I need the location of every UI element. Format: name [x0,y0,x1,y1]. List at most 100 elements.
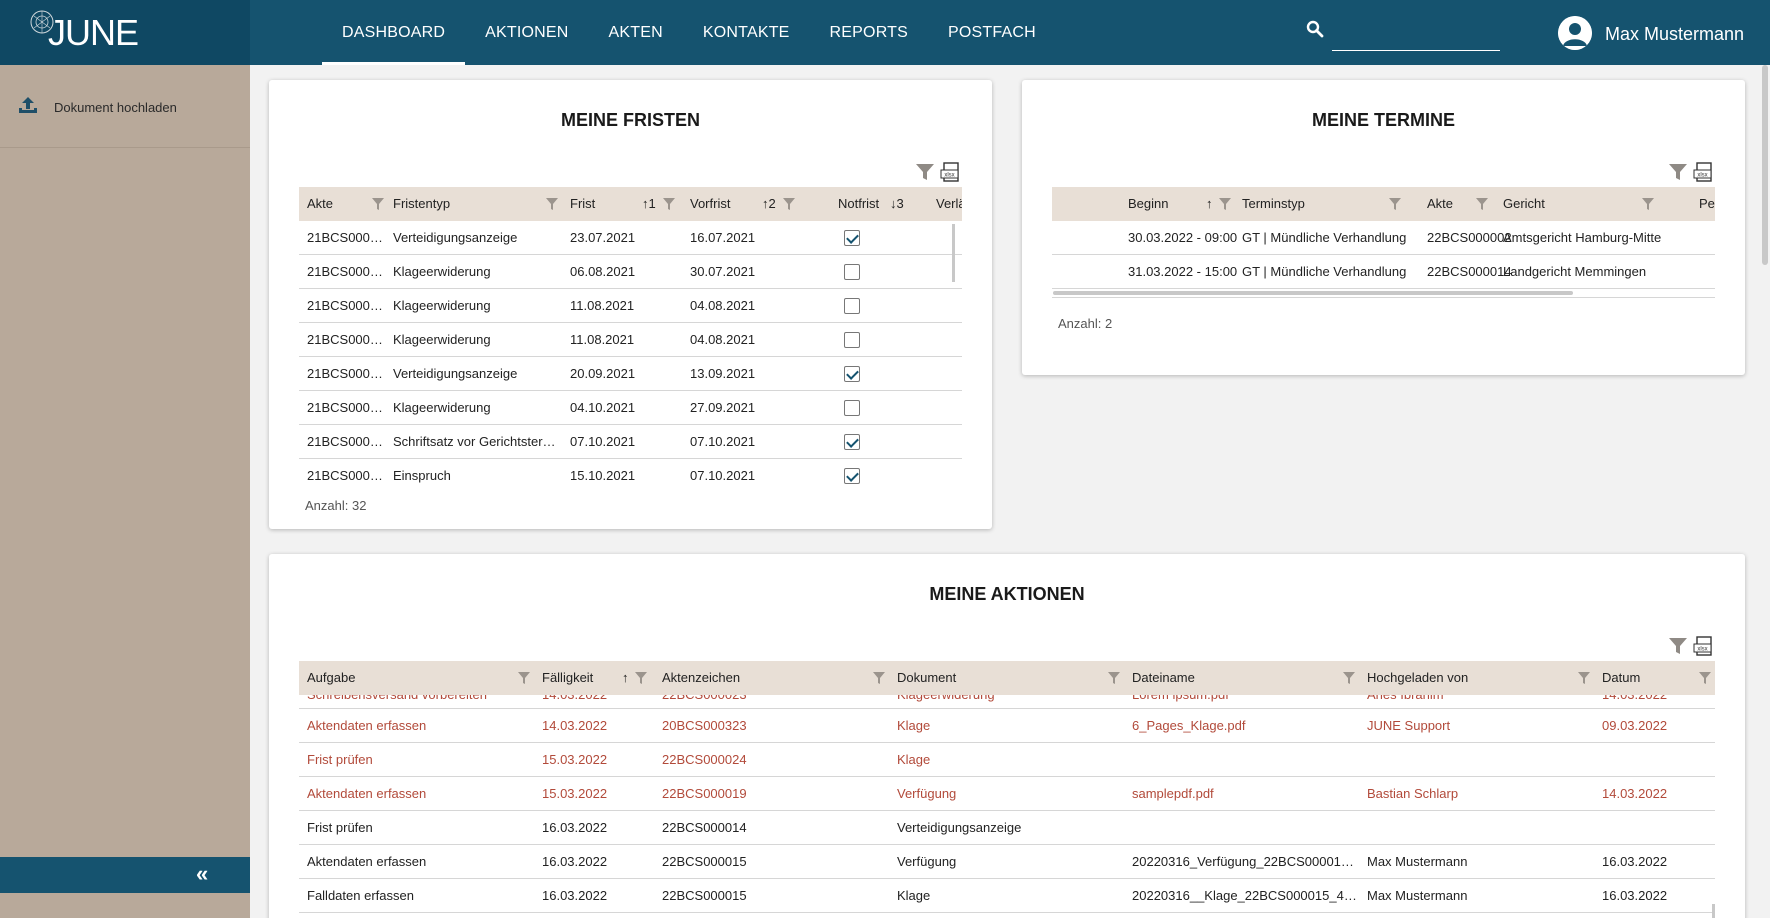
checkbox-icon[interactable] [844,332,860,348]
filter-icon[interactable] [1388,197,1402,211]
checkbox-icon[interactable] [844,298,860,314]
sort-indicator[interactable]: ↑ [1206,187,1213,221]
nav-item-kontakte[interactable]: KONTAKTE [683,0,810,65]
table-row[interactable]: Aktendaten erfassen 16.03.2022 22BCS000015… [299,845,1715,879]
fristen-scrollbar[interactable] [952,224,955,282]
cell-faellig: 14.03.2022 [542,718,608,733]
sort-indicator[interactable]: ↓3 [890,187,904,221]
upload-document-button[interactable]: Dokument hochladen [0,65,250,148]
table-row-partial[interactable]: Schreibensversand vorbereiten14.03.20222… [299,695,1715,709]
nav-item-postfach[interactable]: POSTFACH [928,0,1056,65]
cell-aufgabe: Frist prüfen [307,820,373,835]
sidebar-collapse-button[interactable]: « [0,857,250,893]
cell-dok: Verfügung [897,854,957,869]
filter-icon[interactable] [1342,671,1356,685]
search-input[interactable] [1332,50,1500,51]
logo-text: JUNE [48,12,139,53]
table-row[interactable]: 21BCS000380 Klageerwiderung 04.10.2021 27.0… [299,391,962,425]
checkbox-icon[interactable] [844,400,860,416]
page-scrollbar-thumb[interactable] [1762,65,1768,265]
filter-icon[interactable] [782,197,796,211]
table-row[interactable]: Falldaten erfassen 16.03.2022 22BCS000015 K… [299,879,1715,913]
column-akte[interactable]: Akte [1419,187,1495,221]
nav-item-aktionen[interactable]: AKTIONEN [465,0,588,65]
table-row[interactable]: 21BCS000397 Einspruch 15.10.2021 07.10.2021 [299,459,962,484]
logo[interactable]: JUNE [0,0,250,65]
cell-typ: Schriftsatz vor Gerichtstermin [393,434,562,449]
filter-icon[interactable] [1218,197,1232,211]
column-fristentyp[interactable]: Fristentyp [385,187,562,221]
filter-icon[interactable] [545,197,559,211]
aktionen-scrollbar[interactable] [1712,904,1715,918]
column-aktenzeichen[interactable]: Aktenzeichen [654,661,889,695]
filter-icon[interactable] [634,671,648,685]
filter-icon[interactable] [1577,671,1591,685]
table-row[interactable]: 21BCS000397 Schriftsatz vor Gerichtstermi… [299,425,962,459]
filter-icon[interactable] [1667,635,1689,657]
excel-export-icon[interactable]: xlsx [1693,635,1715,657]
column-notfrist[interactable]: Notfrist ↓3 [830,187,928,221]
table-row[interactable]: Aktendaten erfassen 15.03.2022 22BCS000019… [299,777,1715,811]
checkbox-icon[interactable] [844,434,860,450]
column-person[interactable]: Pe [1691,187,1715,221]
column-aufgabe[interactable]: Aufgabe [299,661,534,695]
table-row[interactable]: Aktendaten erfassen 14.03.2022 20BCS000323… [299,709,1715,743]
table-row[interactable]: Frist prüfen 16.03.2022 22BCS000014 Verteid… [299,811,1715,845]
filter-icon[interactable] [517,671,531,685]
cell-von [1359,811,1594,844]
checkbox-icon[interactable] [844,264,860,280]
checkbox-icon[interactable] [844,468,860,484]
checkbox-icon[interactable] [844,230,860,246]
column-hochgeladen-von[interactable]: Hochgeladen von [1359,661,1594,695]
excel-export-icon[interactable]: xlsx [1693,161,1715,183]
search-icon[interactable] [1306,20,1324,38]
filter-icon[interactable] [872,671,886,685]
table-row[interactable]: 21BCS000355 Verteidigungsanzeige 23.07.202… [299,221,962,255]
cell-typ: Klageerwiderung [393,400,491,415]
termine-hscrollbar[interactable] [1053,291,1573,295]
cell-von [1359,743,1594,776]
user-avatar-icon[interactable] [1558,16,1592,50]
filter-icon[interactable] [1698,671,1712,685]
cell-datei [1124,811,1359,844]
sort-indicator[interactable]: ↑ [622,661,629,695]
cell-vorfrist: 04.08.2021 [690,298,756,313]
column-beginn[interactable]: Beginn ↑ [1120,187,1234,221]
cell-faellig: 15.03.2022 [542,752,608,767]
excel-export-icon[interactable]: xlsx [940,161,962,183]
nav-item-reports[interactable]: REPORTS [810,0,928,65]
column-frist[interactable]: Frist ↑1 [562,187,682,221]
table-row[interactable]: 21BCS000360 Klageerwiderung 11.08.2021 04.0… [299,323,962,357]
cell-beginn: 31.03.2022 - 15:00 [1128,264,1238,279]
filter-icon[interactable] [1641,197,1655,211]
table-row[interactable]: 21BCS000360 Klageerwiderung 11.08.2021 04.0… [299,289,962,323]
page-scrollbar[interactable] [1760,65,1770,918]
nav-item-dashboard[interactable]: DASHBOARD [322,0,466,65]
table-row[interactable]: 21BCS000355 Klageerwiderung 06.08.2021 30.0… [299,255,962,289]
filter-icon[interactable] [1107,671,1121,685]
table-row[interactable]: Frist prüfen 15.03.2022 22BCS000024 Klage [299,743,1715,777]
column-terminstyp[interactable]: Terminstyp [1234,187,1419,221]
column-datum[interactable]: Datum [1594,661,1715,695]
sort-indicator[interactable]: ↑1 [642,187,656,221]
nav-item-akten[interactable]: AKTEN [589,0,683,65]
column-dateiname[interactable]: Dateiname [1124,661,1359,695]
column-verlaengerung[interactable]: Verlä [928,187,962,221]
column-dokument[interactable]: Dokument [889,661,1124,695]
fristen-title: MEINE FRISTEN [560,110,700,130]
filter-icon[interactable] [1667,161,1689,183]
checkbox-icon[interactable] [844,366,860,382]
table-row[interactable]: 21BCS000380 Verteidigungsanzeige 20.09.202… [299,357,962,391]
sort-indicator[interactable]: ↑2 [762,187,776,221]
table-row[interactable]: 31.03.2022 - 15:00 GT | Mündliche Verhand… [1052,255,1715,289]
column-akte[interactable]: Akte [299,187,385,221]
filter-icon[interactable] [914,161,936,183]
table-row[interactable]: 30.03.2022 - 09:00 GT | Mündliche Verhand… [1052,221,1715,255]
filter-icon[interactable] [1475,197,1489,211]
column-vorfrist[interactable]: Vorfrist ↑2 [682,187,830,221]
filter-icon[interactable] [662,197,676,211]
column-gericht[interactable]: Gericht [1495,187,1691,221]
user-name[interactable]: Max Mustermann [1605,24,1744,45]
filter-icon[interactable] [371,197,385,211]
column-faelligkeit[interactable]: Fälligkeit ↑ [534,661,654,695]
